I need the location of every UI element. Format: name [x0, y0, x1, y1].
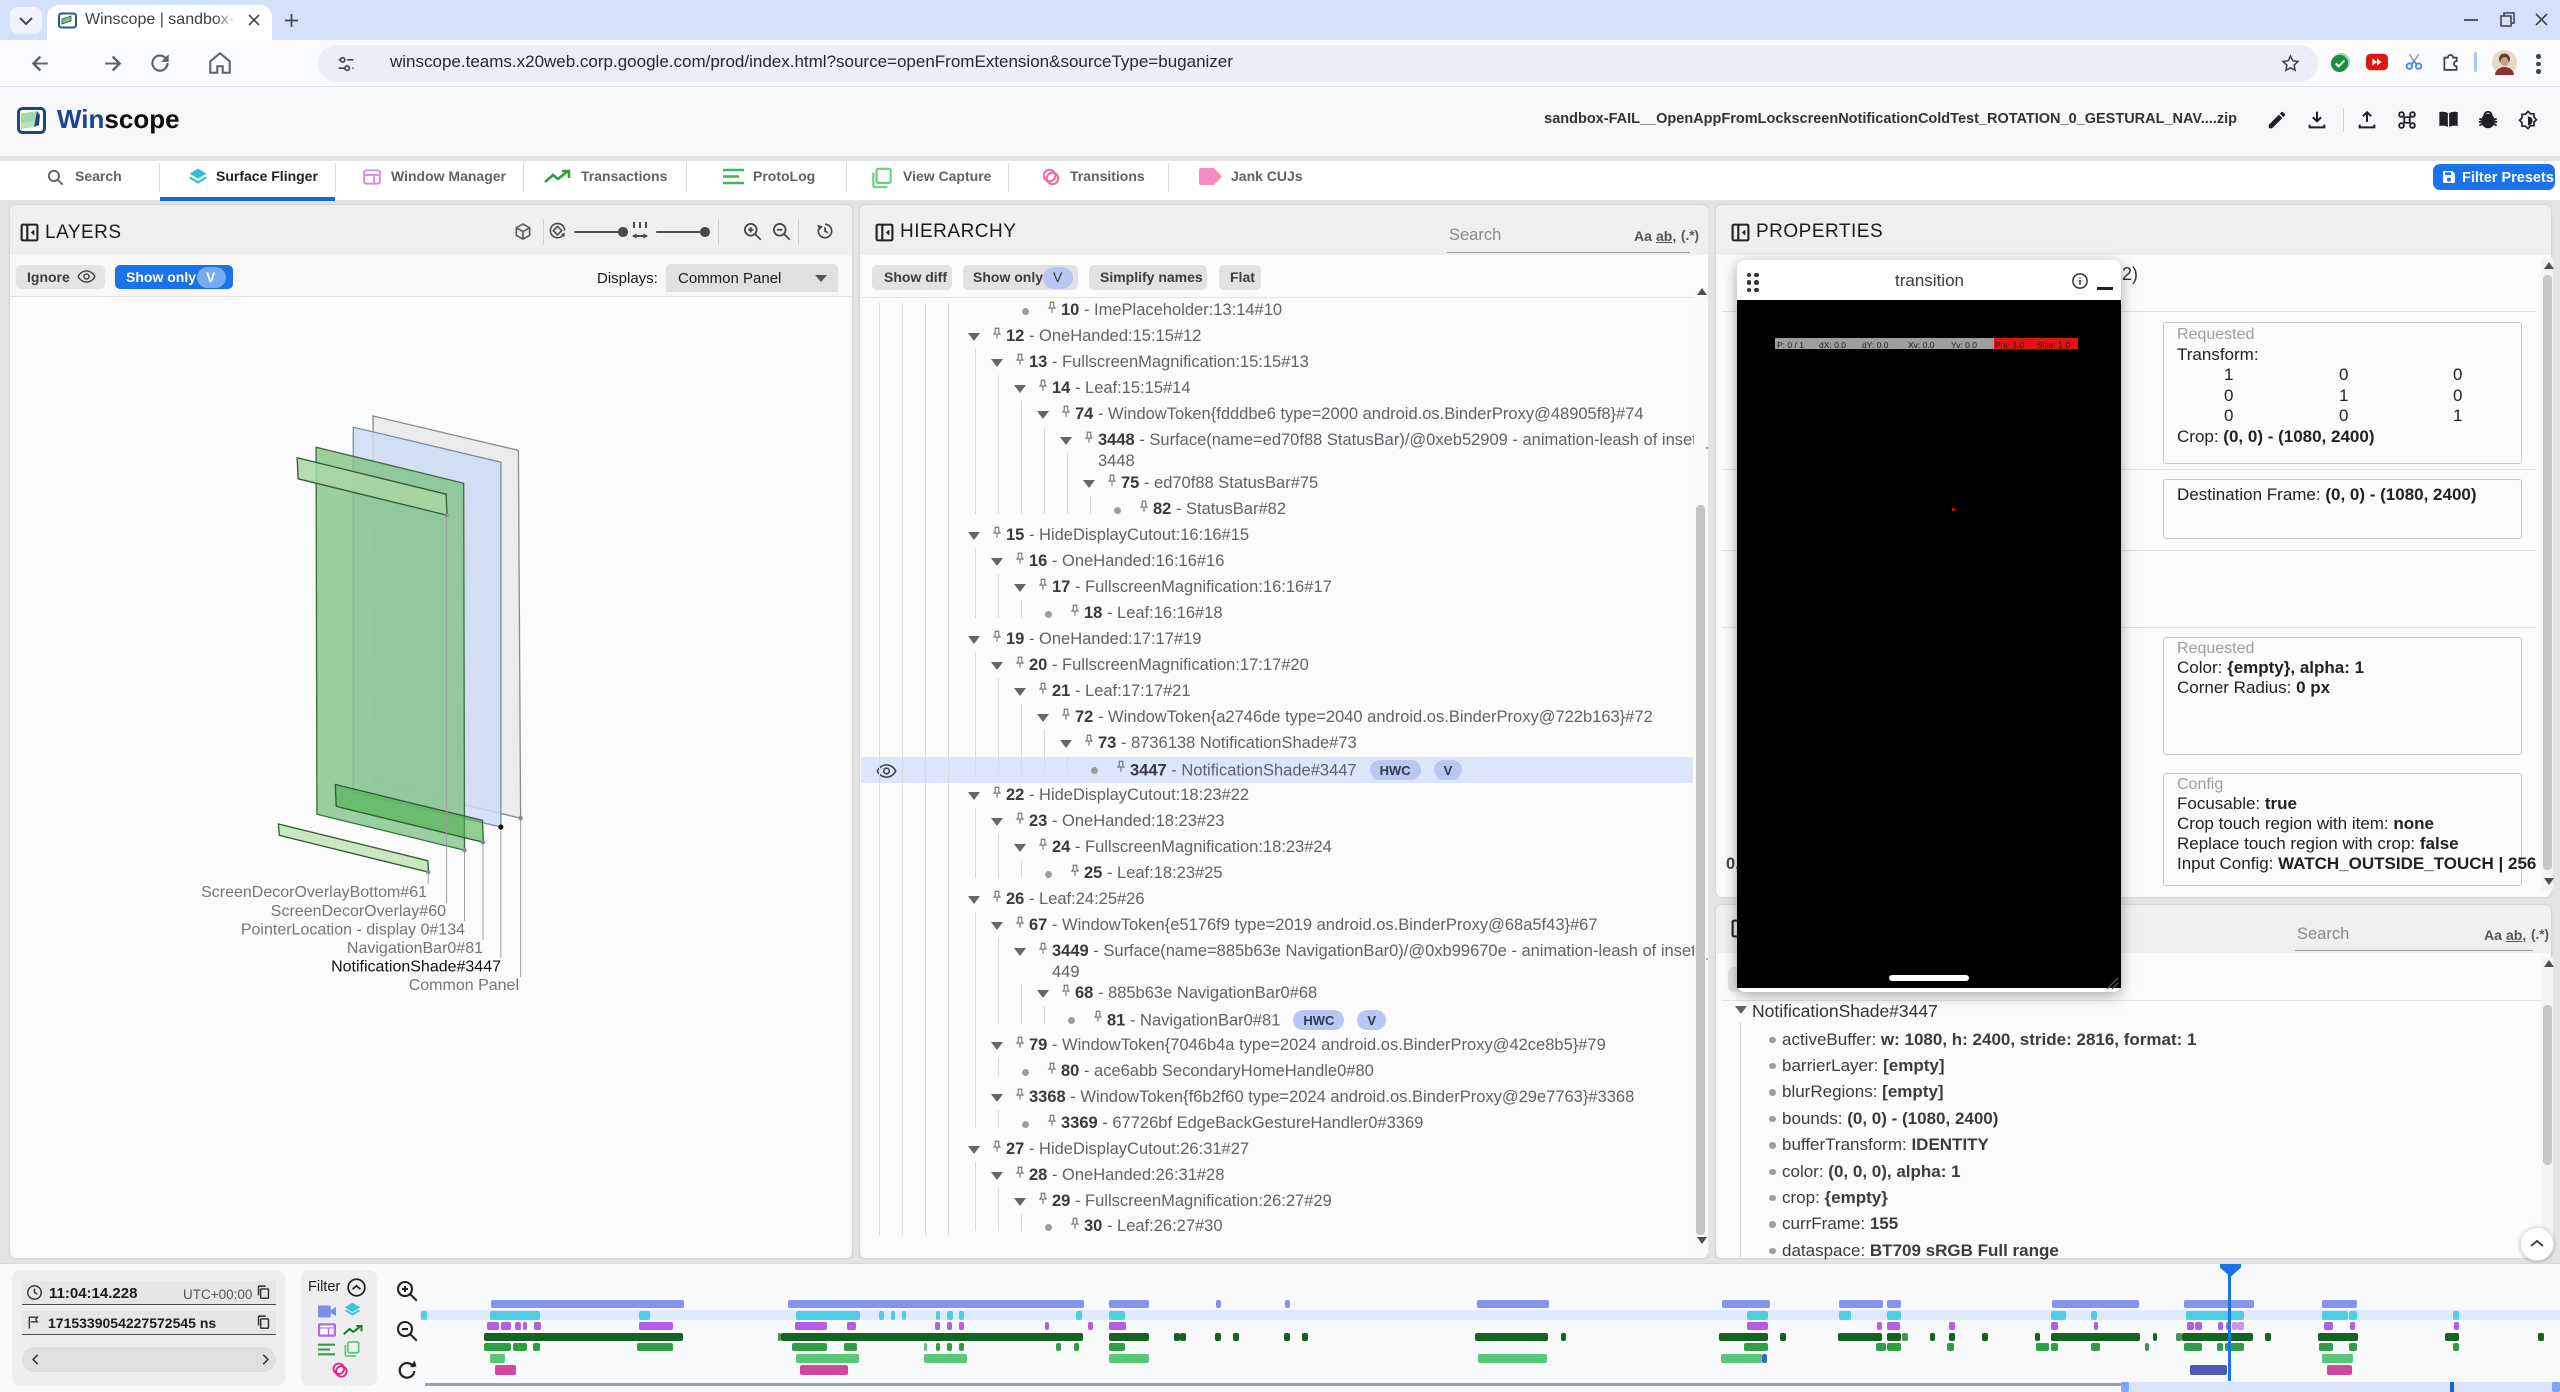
svg-text:PointerLocation - display 0#13: PointerLocation - display 0#134 [241, 922, 465, 939]
svg-text:NavigationBar0#81: NavigationBar0#81 [347, 940, 483, 957]
svg-text:ScreenDecorOverlayBottom#61: ScreenDecorOverlayBottom#61 [201, 884, 427, 901]
svg-text:Common Panel: Common Panel [409, 977, 519, 994]
svg-text:ScreenDecorOverlay#60: ScreenDecorOverlay#60 [271, 903, 446, 920]
svg-text:NotificationShade#3447: NotificationShade#3447 [331, 959, 501, 976]
